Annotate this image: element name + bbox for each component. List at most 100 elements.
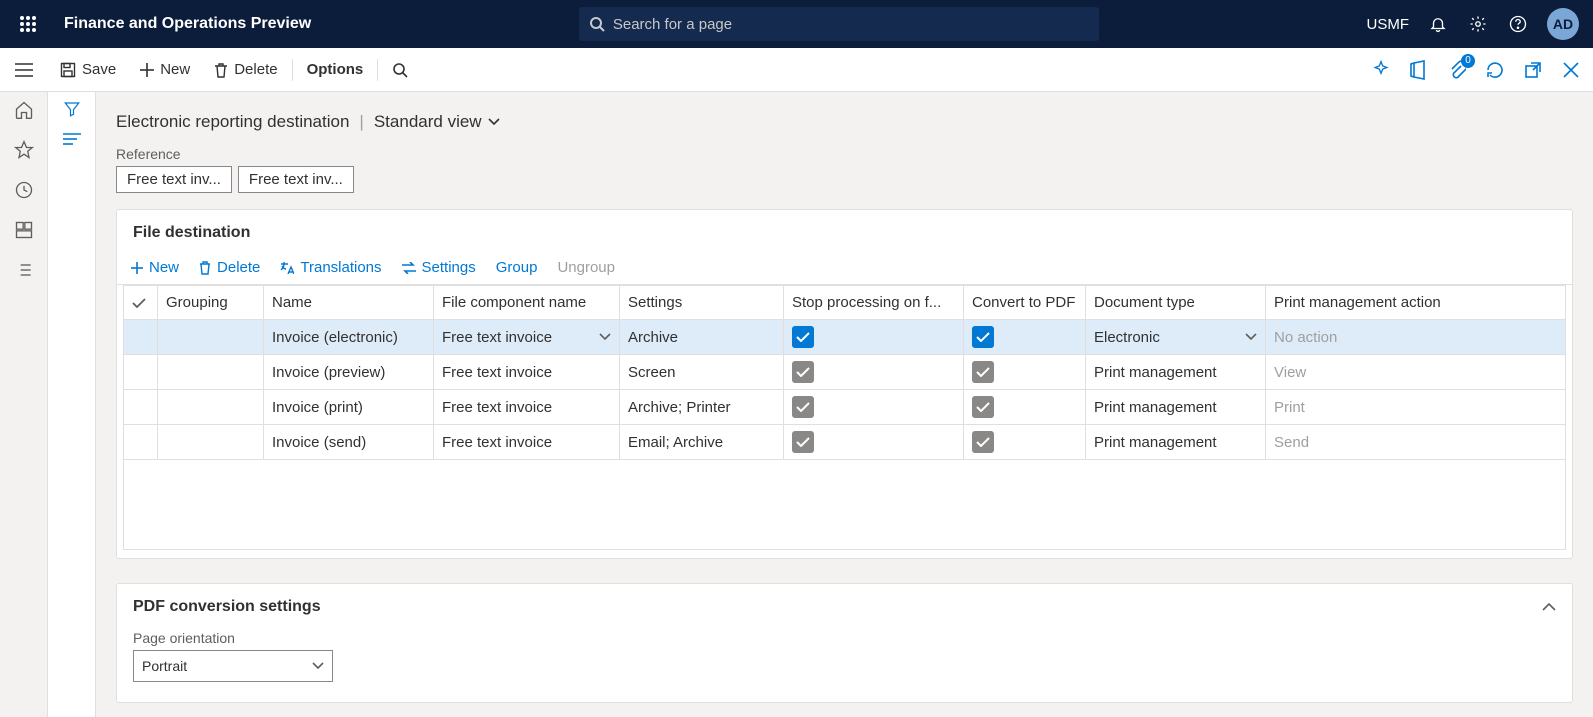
star-icon[interactable] xyxy=(12,138,36,162)
close-icon[interactable] xyxy=(1559,58,1583,82)
avatar[interactable]: AD xyxy=(1547,8,1579,40)
reference-value[interactable]: Free text inv... xyxy=(116,166,232,193)
reference-label: Reference xyxy=(116,146,1573,162)
related-info-icon[interactable] xyxy=(63,132,81,146)
grid-new-button[interactable]: New xyxy=(131,259,179,276)
table-row[interactable]: Invoice (electronic)Free text invoiceArc… xyxy=(124,320,1566,355)
col-convert-pdf[interactable]: Convert to PDF xyxy=(964,286,1086,320)
search-icon xyxy=(589,16,605,32)
cell-file-component[interactable]: Free text invoice xyxy=(434,320,620,355)
col-document-type[interactable]: Document type xyxy=(1086,286,1266,320)
cell-stop[interactable] xyxy=(784,320,964,355)
col-file-component[interactable]: File component name xyxy=(434,286,620,320)
recent-icon[interactable] xyxy=(12,178,36,202)
attachments-icon[interactable]: 0 xyxy=(1445,58,1469,82)
global-search[interactable] xyxy=(579,7,1099,41)
delete-button[interactable]: Delete xyxy=(202,48,289,92)
file-destination-title: File destination xyxy=(117,210,1572,251)
check-icon xyxy=(132,298,146,308)
table-row[interactable]: Invoice (print)Free text invoiceArchive;… xyxy=(124,390,1566,425)
cell-file-component[interactable]: Free text invoice xyxy=(434,425,620,460)
save-button[interactable]: Save xyxy=(48,48,128,92)
page-orientation-select[interactable]: Portrait xyxy=(133,650,333,682)
copilot-icon[interactable] xyxy=(1369,58,1393,82)
gear-icon[interactable] xyxy=(1467,13,1489,35)
refresh-icon[interactable] xyxy=(1483,58,1507,82)
grid-delete-button[interactable]: Delete xyxy=(199,259,260,276)
trash-icon xyxy=(199,261,211,275)
cell-name[interactable]: Invoice (print) xyxy=(264,390,434,425)
cell-name[interactable]: Invoice (electronic) xyxy=(264,320,434,355)
checkbox[interactable] xyxy=(792,431,814,453)
home-icon[interactable] xyxy=(12,98,36,122)
app-title: Finance and Operations Preview xyxy=(64,15,311,33)
nav-toggle-icon[interactable] xyxy=(0,48,48,92)
checkbox[interactable] xyxy=(972,431,994,453)
grid-group-button[interactable]: Group xyxy=(496,259,538,276)
chevron-down-icon[interactable] xyxy=(599,333,611,341)
cell-doc-type[interactable]: Electronic xyxy=(1086,320,1266,355)
switch-icon xyxy=(402,262,416,274)
cell-settings[interactable]: Archive xyxy=(620,320,784,355)
cell-stop[interactable] xyxy=(784,355,964,390)
col-stop-processing[interactable]: Stop processing on f... xyxy=(784,286,964,320)
cell-convert[interactable] xyxy=(964,355,1086,390)
cell-settings[interactable]: Email; Archive xyxy=(620,425,784,460)
workspace-icon[interactable] xyxy=(12,218,36,242)
view-selector[interactable]: Standard view xyxy=(374,112,500,132)
cell-doc-type[interactable]: Print management xyxy=(1086,425,1266,460)
legal-entity[interactable]: USMF xyxy=(1367,16,1410,33)
cell-file-component[interactable]: Free text invoice xyxy=(434,355,620,390)
checkbox[interactable] xyxy=(972,361,994,383)
new-button[interactable]: New xyxy=(128,48,202,92)
checkbox[interactable] xyxy=(972,396,994,418)
cell-name[interactable]: Invoice (preview) xyxy=(264,355,434,390)
checkbox[interactable] xyxy=(792,396,814,418)
chevron-down-icon[interactable] xyxy=(1245,333,1257,341)
grid-settings-button[interactable]: Settings xyxy=(402,259,476,276)
popout-icon[interactable] xyxy=(1521,58,1545,82)
reference-value[interactable]: Free text inv... xyxy=(238,166,354,193)
search-input[interactable] xyxy=(613,16,1089,33)
help-icon[interactable] xyxy=(1507,13,1529,35)
cell-doc-type[interactable]: Print management xyxy=(1086,390,1266,425)
cell-pm-action[interactable]: Print xyxy=(1266,390,1566,425)
page-search-button[interactable] xyxy=(380,48,420,92)
collapse-icon[interactable] xyxy=(1542,603,1556,611)
cell-name[interactable]: Invoice (send) xyxy=(264,425,434,460)
funnel-icon[interactable] xyxy=(63,100,81,118)
bell-icon[interactable] xyxy=(1427,13,1449,35)
cell-pm-action[interactable]: Send xyxy=(1266,425,1566,460)
cell-file-component[interactable]: Free text invoice xyxy=(434,390,620,425)
office-icon[interactable] xyxy=(1407,58,1431,82)
file-destination-grid[interactable]: Grouping Name File component name Settin… xyxy=(123,285,1566,460)
table-row[interactable]: Invoice (preview)Free text invoiceScreen… xyxy=(124,355,1566,390)
col-grouping[interactable]: Grouping xyxy=(158,286,264,320)
search-icon xyxy=(392,62,408,78)
col-select[interactable] xyxy=(124,286,158,320)
col-settings[interactable]: Settings xyxy=(620,286,784,320)
col-pm-action[interactable]: Print management action xyxy=(1266,286,1566,320)
cell-pm-action[interactable]: View xyxy=(1266,355,1566,390)
cell-doc-type[interactable]: Print management xyxy=(1086,355,1266,390)
cell-convert[interactable] xyxy=(964,320,1086,355)
options-button[interactable]: Options xyxy=(295,48,376,92)
checkbox[interactable] xyxy=(972,326,994,348)
cell-settings[interactable]: Archive; Printer xyxy=(620,390,784,425)
app-launcher-icon[interactable] xyxy=(8,4,48,44)
cell-convert[interactable] xyxy=(964,425,1086,460)
checkbox[interactable] xyxy=(792,326,814,348)
cell-stop[interactable] xyxy=(784,425,964,460)
page-title: Electronic reporting destination xyxy=(116,112,349,132)
cell-stop[interactable] xyxy=(784,390,964,425)
modules-icon[interactable] xyxy=(12,258,36,282)
file-destination-panel: File destination New Delete Translations… xyxy=(116,209,1573,559)
cell-convert[interactable] xyxy=(964,390,1086,425)
cell-settings[interactable]: Screen xyxy=(620,355,784,390)
cell-pm-action[interactable]: No action xyxy=(1266,320,1566,355)
checkbox[interactable] xyxy=(792,361,814,383)
table-row[interactable]: Invoice (send)Free text invoiceEmail; Ar… xyxy=(124,425,1566,460)
nav-rail xyxy=(0,92,48,717)
grid-translations-button[interactable]: Translations xyxy=(280,259,381,276)
col-name[interactable]: Name xyxy=(264,286,434,320)
